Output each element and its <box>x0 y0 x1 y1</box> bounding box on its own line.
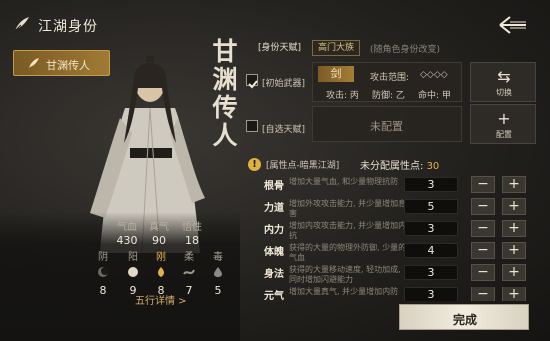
identity-note: (随角色身份改变) <box>370 45 441 55</box>
attribute-desc: 增加大量真气, 并少量增加内防 <box>289 287 399 296</box>
stat-label: 悟性 <box>182 222 202 233</box>
range-label: 攻击范围: <box>370 73 410 83</box>
weapon-label: [初始武器] <box>262 79 306 89</box>
name-char: 渊 <box>212 65 238 94</box>
attribute-desc: 增加大量气血, 和少量物理抗防 <box>289 177 399 186</box>
attribute-desc: 获得的大量移动速度, 轻功加成, 同时增加闪避能力 <box>289 265 401 284</box>
attribute-value[interactable]: 5 <box>404 199 458 214</box>
talent-status: 未配置 <box>370 120 403 133</box>
attribute-row-neili: 内力 增加内攻攻击能力, 并少量增加内抗 3 − + <box>262 220 532 243</box>
attributes-title: [属性点-暗黑江湖] <box>266 161 340 171</box>
attribute-value[interactable]: 3 <box>404 221 458 236</box>
element-value: 8 <box>99 284 107 297</box>
name-char: 甘 <box>212 37 238 66</box>
feather-icon <box>29 58 39 68</box>
yin-icon <box>98 267 109 277</box>
attribute-value[interactable]: 4 <box>404 243 458 258</box>
attribute-value[interactable]: 3 <box>404 177 458 192</box>
element-poison: 毒 5 <box>203 248 233 297</box>
weapon-attack: 攻击: 丙 <box>326 91 359 101</box>
element-label: 刚 <box>156 252 166 263</box>
switch-weapon-button[interactable]: ⇆ 切换 <box>470 62 536 102</box>
element-label: 毒 <box>213 252 223 263</box>
element-label: 阳 <box>128 252 138 263</box>
gang-icon <box>158 267 164 277</box>
yang-icon <box>128 267 138 277</box>
weapon-accuracy: 命中: 甲 <box>418 91 451 101</box>
attribute-name: 体魄 <box>264 247 284 258</box>
character-name-vertical: 甘 渊 传 人 <box>200 38 250 150</box>
unallocated-value: 30 <box>426 161 440 172</box>
unallocated-points: 未分配属性点: 30 <box>360 157 439 172</box>
attribute-row-lidao: 力道 增加外攻攻击能力, 并少量增加息害 5 − + <box>262 198 532 221</box>
five-elements-details-button[interactable]: 五行详情 > <box>135 292 200 307</box>
range-value: ◇◇◇◇ <box>420 70 448 80</box>
decrease-button[interactable]: − <box>471 198 495 215</box>
talent-label: [自选天赋] <box>262 125 306 135</box>
attribute-desc: 增加外攻攻击能力, 并少量增加息害 <box>289 199 407 218</box>
increase-button[interactable]: + <box>502 198 526 215</box>
attribute-name: 根骨 <box>264 181 284 192</box>
poison-icon <box>214 267 222 277</box>
decrease-button[interactable]: − <box>471 242 495 259</box>
element-value: 5 <box>214 284 222 297</box>
finish-label: 完成 <box>452 313 477 327</box>
header: 江湖身份 <box>0 0 550 44</box>
warning-icon: ! <box>248 158 261 171</box>
feather-logo-icon <box>14 17 29 32</box>
name-char: 传 <box>212 93 238 122</box>
element-gang: 刚 8 <box>146 248 176 297</box>
switch-label: 切换 <box>496 88 512 97</box>
attribute-name: 力道 <box>264 203 284 214</box>
attribute-row-gengu: 根骨 增加大量气血, 和少量物理抗防 3 − + <box>262 176 532 199</box>
name-char: 人 <box>212 121 238 150</box>
decrease-button[interactable]: − <box>471 264 495 281</box>
switch-icon: ⇆ <box>497 67 511 86</box>
increase-button[interactable]: + <box>502 242 526 259</box>
element-yin: 阴 8 <box>88 248 118 297</box>
page-title: 江湖身份 <box>38 19 98 35</box>
check-icon <box>248 80 258 89</box>
attribute-name: 身法 <box>264 269 284 280</box>
weapon-defense: 防御: 乙 <box>372 91 405 101</box>
attribute-value[interactable]: 3 <box>404 287 458 301</box>
increase-button[interactable]: + <box>502 220 526 237</box>
identity-label: [身份天赋] <box>258 43 302 53</box>
weapon-checkbox[interactable] <box>246 74 258 89</box>
element-label: 柔 <box>184 252 194 263</box>
increase-button[interactable]: + <box>502 176 526 193</box>
decrease-button[interactable]: − <box>471 220 495 237</box>
configure-talent-button[interactable]: + 配置 <box>470 104 536 144</box>
sect-tag: 高门大族 <box>312 40 360 56</box>
increase-button[interactable]: + <box>502 287 526 301</box>
increase-button[interactable]: + <box>502 264 526 281</box>
stat-insight: 悟性 18 <box>167 218 217 247</box>
attribute-name: 内力 <box>264 225 284 236</box>
attribute-desc: 获得的大量的物理外防御, 少量的气血 <box>289 243 407 262</box>
talent-checkbox[interactable] <box>246 120 258 132</box>
attribute-row-shenfa: 身法 获得的大量移动速度, 轻功加成, 同时增加闪避能力 3 − + <box>262 264 532 287</box>
element-label: 阴 <box>98 252 108 263</box>
attribute-name: 元气 <box>264 291 284 301</box>
attribute-row-tipo: 体魄 获得的大量的物理外防御, 少量的气血 4 − + <box>262 242 532 265</box>
unallocated-label: 未分配属性点: <box>360 161 424 172</box>
weapon-type: 剑 <box>318 66 354 82</box>
character-creation-screen: 江湖身份 甘渊传人 甘 渊 传 人 气血 430 真气 90 悟性 18 阴 8… <box>0 0 550 341</box>
configure-label: 配置 <box>496 130 512 139</box>
finish-button[interactable]: 完成 <box>399 304 529 330</box>
decrease-button[interactable]: − <box>471 176 495 193</box>
element-rou: 柔 7 <box>174 248 204 297</box>
rou-icon <box>183 269 195 275</box>
decrease-button[interactable]: − <box>471 287 495 301</box>
attribute-value[interactable]: 3 <box>404 265 458 280</box>
plus-icon: + <box>497 109 511 128</box>
back-arrow-icon[interactable] <box>496 14 530 36</box>
element-yang: 阳 9 <box>118 248 148 297</box>
stat-value: 18 <box>185 234 199 247</box>
attribute-desc: 增加内攻攻击能力, 并少量增加内抗 <box>289 221 407 240</box>
attribute-row-yuanqi: 元气 增加大量真气, 并少量增加内防 3 − + <box>262 287 532 301</box>
